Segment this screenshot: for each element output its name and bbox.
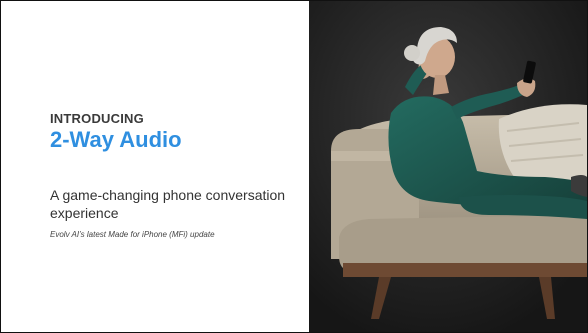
- slide-headline: 2-Way Audio: [50, 127, 182, 152]
- text-panel: INTRODUCING 2-Way Audio A game-changing …: [1, 1, 309, 332]
- eyebrow-label: INTRODUCING: [50, 111, 144, 126]
- sofa-seat: [339, 215, 587, 271]
- hero-photo: [309, 1, 587, 332]
- slide-tagline: A game-changing phone conversation exper…: [50, 187, 286, 221]
- slide: INTRODUCING 2-Way Audio A game-changing …: [0, 0, 588, 333]
- woman-on-sofa-illustration: [309, 1, 587, 332]
- slide-subnote: Evolv AI’s latest Made for iPhone (MFi) …: [50, 230, 215, 239]
- sofa-frame: [343, 263, 587, 277]
